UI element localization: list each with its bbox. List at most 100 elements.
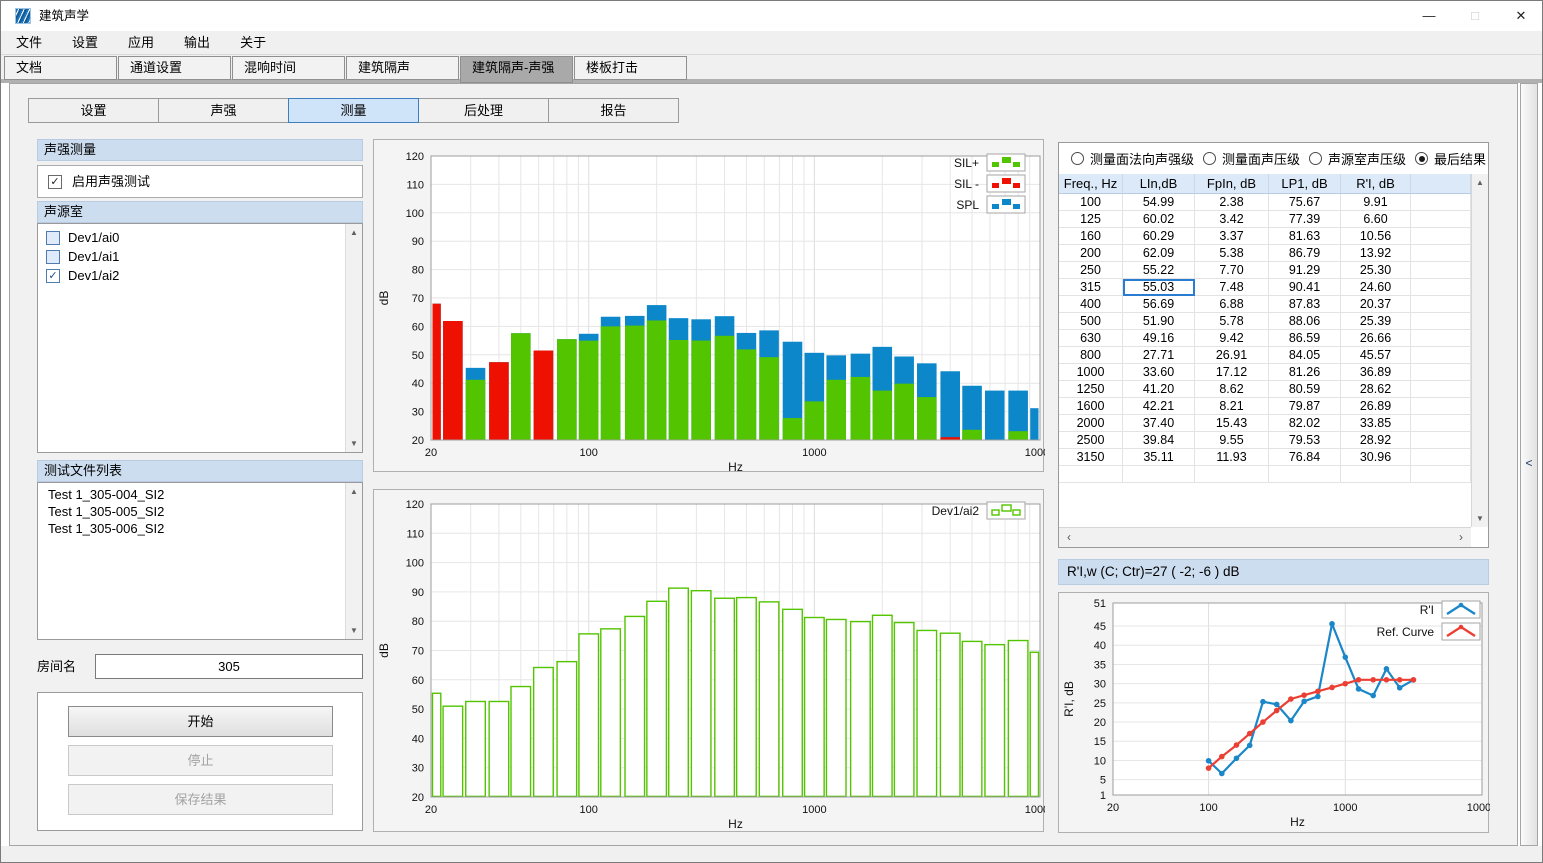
table-cell[interactable]: 5.78 xyxy=(1195,313,1269,330)
table-cell[interactable]: 27.71 xyxy=(1123,347,1195,364)
table-cell[interactable]: 90.41 xyxy=(1269,279,1341,296)
table-cell[interactable]: 8.62 xyxy=(1195,381,1269,398)
table-cell[interactable] xyxy=(1411,364,1471,381)
menu-item-1[interactable]: 设置 xyxy=(57,31,113,54)
table-cell[interactable]: 500 xyxy=(1059,313,1123,330)
subtab-3[interactable]: 后处理 xyxy=(418,98,549,123)
table-cell[interactable]: 9.91 xyxy=(1341,194,1411,211)
table-cell[interactable]: 5.38 xyxy=(1195,245,1269,262)
table-cell[interactable]: 630 xyxy=(1059,330,1123,347)
table-cell[interactable]: 1000 xyxy=(1059,364,1123,381)
table-cell[interactable]: 26.66 xyxy=(1341,330,1411,347)
table-cell[interactable]: 37.40 xyxy=(1123,415,1195,432)
tab-3[interactable]: 建筑隔声 xyxy=(346,56,459,80)
table-cell[interactable]: 3.37 xyxy=(1195,228,1269,245)
table-vscrollbar[interactable]: ▲ ▼ xyxy=(1471,174,1488,527)
scroll-up-icon[interactable]: ▲ xyxy=(346,484,362,499)
table-cell[interactable] xyxy=(1411,330,1471,347)
table-cell[interactable]: 36.89 xyxy=(1341,364,1411,381)
table-cell[interactable]: 800 xyxy=(1059,347,1123,364)
table-cell[interactable]: 25.39 xyxy=(1341,313,1411,330)
scroll-up-icon[interactable]: ▲ xyxy=(346,225,362,240)
table-cell[interactable] xyxy=(1411,262,1471,279)
scroll-up-icon[interactable]: ▲ xyxy=(1472,175,1488,190)
table-cell[interactable]: 6.88 xyxy=(1195,296,1269,313)
scroll-down-icon[interactable]: ▼ xyxy=(346,436,362,451)
channel-list-scrollbar[interactable]: ▲ ▼ xyxy=(345,224,362,452)
table-cell[interactable] xyxy=(1411,279,1471,296)
table-cell[interactable] xyxy=(1411,415,1471,432)
table-cell[interactable]: 160 xyxy=(1059,228,1123,245)
radio-icon[interactable] xyxy=(1071,152,1084,165)
table-cell[interactable]: 8.21 xyxy=(1195,398,1269,415)
table-cell[interactable]: 10.56 xyxy=(1341,228,1411,245)
menu-item-0[interactable]: 文件 xyxy=(1,31,57,54)
table-cell[interactable]: 49.16 xyxy=(1123,330,1195,347)
tab-1[interactable]: 通道设置 xyxy=(118,56,231,80)
scroll-right-icon[interactable]: › xyxy=(1453,528,1469,547)
table-cell[interactable] xyxy=(1411,466,1471,483)
menu-item-4[interactable]: 关于 xyxy=(225,31,281,54)
table-cell[interactable] xyxy=(1411,432,1471,449)
table-cell[interactable]: 1600 xyxy=(1059,398,1123,415)
table-cell[interactable]: 1250 xyxy=(1059,381,1123,398)
table-cell[interactable]: 26.91 xyxy=(1195,347,1269,364)
table-cell[interactable] xyxy=(1411,245,1471,262)
table-cell[interactable] xyxy=(1411,398,1471,415)
table-cell[interactable]: 13.92 xyxy=(1341,245,1411,262)
channel-item-1[interactable]: Dev1/ai1 xyxy=(38,247,344,266)
table-cell[interactable]: 75.67 xyxy=(1269,194,1341,211)
subtab-4[interactable]: 报告 xyxy=(548,98,679,123)
table-cell[interactable]: 42.21 xyxy=(1123,398,1195,415)
room-name-input[interactable] xyxy=(95,654,363,679)
table-cell[interactable]: 81.63 xyxy=(1269,228,1341,245)
table-cell[interactable]: 33.60 xyxy=(1123,364,1195,381)
table-cell[interactable]: 41.20 xyxy=(1123,381,1195,398)
table-cell[interactable]: 28.62 xyxy=(1341,381,1411,398)
radio-icon[interactable] xyxy=(1203,152,1216,165)
table-cell[interactable]: 55.03 xyxy=(1123,279,1195,296)
table-cell[interactable] xyxy=(1195,466,1269,483)
table-cell[interactable]: 86.79 xyxy=(1269,245,1341,262)
table-cell[interactable]: 315 xyxy=(1059,279,1123,296)
subtab-0[interactable]: 设置 xyxy=(28,98,159,123)
table-cell[interactable] xyxy=(1411,296,1471,313)
table-cell[interactable]: 200 xyxy=(1059,245,1123,262)
table-cell[interactable]: 7.70 xyxy=(1195,262,1269,279)
table-cell[interactable]: 11.93 xyxy=(1195,449,1269,466)
channel-item-0[interactable]: Dev1/ai0 xyxy=(38,228,344,247)
table-hscrollbar[interactable]: ‹ › xyxy=(1059,527,1471,547)
channel-item-2[interactable]: ✓Dev1/ai2 xyxy=(38,266,344,285)
save-results-button[interactable]: 保存结果 xyxy=(68,784,333,815)
subtab-1[interactable]: 声强 xyxy=(158,98,289,123)
collapse-arrow-icon[interactable]: < xyxy=(1521,456,1537,470)
table-cell[interactable] xyxy=(1411,313,1471,330)
radio-icon[interactable] xyxy=(1309,152,1322,165)
table-cell[interactable] xyxy=(1411,449,1471,466)
table-cell[interactable]: 86.59 xyxy=(1269,330,1341,347)
table-cell[interactable]: 35.11 xyxy=(1123,449,1195,466)
table-cell[interactable]: 7.48 xyxy=(1195,279,1269,296)
side-panel-collapse-strip[interactable]: < xyxy=(1520,83,1538,846)
table-cell[interactable] xyxy=(1059,466,1123,483)
file-list-scrollbar[interactable]: ▲ ▼ xyxy=(345,483,362,639)
table-cell[interactable]: 55.22 xyxy=(1123,262,1195,279)
scroll-down-icon[interactable]: ▼ xyxy=(1472,511,1488,526)
table-cell[interactable] xyxy=(1411,347,1471,364)
table-cell[interactable]: 39.84 xyxy=(1123,432,1195,449)
table-cell[interactable]: 77.39 xyxy=(1269,211,1341,228)
table-cell[interactable]: 84.05 xyxy=(1269,347,1341,364)
table-cell[interactable]: 33.85 xyxy=(1341,415,1411,432)
table-cell[interactable]: 2500 xyxy=(1059,432,1123,449)
minimize-button[interactable]: — xyxy=(1406,1,1452,31)
table-cell[interactable]: 81.26 xyxy=(1269,364,1341,381)
table-cell[interactable] xyxy=(1123,466,1195,483)
table-cell[interactable] xyxy=(1411,211,1471,228)
table-cell[interactable]: 2000 xyxy=(1059,415,1123,432)
table-cell[interactable]: 28.92 xyxy=(1341,432,1411,449)
maximize-button[interactable]: □ xyxy=(1452,1,1498,31)
table-cell[interactable]: 100 xyxy=(1059,194,1123,211)
radio-option-1[interactable]: 测量面声压级 xyxy=(1203,149,1300,168)
table-cell[interactable]: 25.30 xyxy=(1341,262,1411,279)
table-cell[interactable]: 250 xyxy=(1059,262,1123,279)
